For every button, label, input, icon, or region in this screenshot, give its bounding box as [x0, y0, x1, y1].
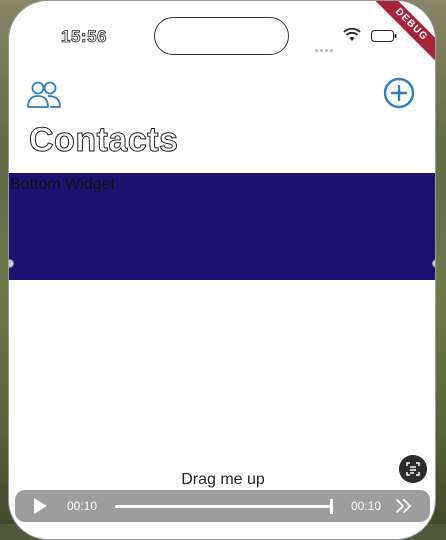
status-time: 15:56	[61, 27, 107, 47]
bottom-widget[interactable]: Bottom Widget	[9, 173, 435, 280]
seek-slider[interactable]	[115, 499, 333, 514]
signal-icon	[315, 39, 337, 52]
phone-frame: 15:56 DEBUG Contacts Bottom Widget Drag …	[8, 0, 436, 540]
fast-forward-icon[interactable]	[395, 498, 413, 514]
resize-handle-left[interactable]	[9, 259, 14, 268]
resize-handle-right[interactable]	[432, 259, 435, 268]
scan-text-icon[interactable]	[399, 455, 427, 483]
video-controls: 00:10 00:10	[15, 490, 430, 522]
battery-icon	[371, 30, 397, 42]
wifi-icon	[343, 28, 361, 41]
dynamic-island	[154, 17, 289, 55]
add-contact-button[interactable]	[383, 77, 415, 109]
status-bar: 15:56 DEBUG	[9, 1, 435, 74]
page-title: Contacts	[28, 121, 179, 160]
total-duration: 00:10	[351, 499, 382, 513]
elapsed-time: 00:10	[67, 499, 98, 513]
seek-thumb[interactable]	[330, 499, 333, 514]
drag-hint-label[interactable]: Drag me up	[9, 471, 435, 489]
app-bar	[9, 75, 435, 115]
contacts-group-icon[interactable]	[26, 79, 62, 109]
bottom-widget-label: Bottom Widget	[10, 176, 115, 193]
play-icon[interactable]	[31, 497, 49, 515]
seek-progress	[115, 505, 331, 508]
